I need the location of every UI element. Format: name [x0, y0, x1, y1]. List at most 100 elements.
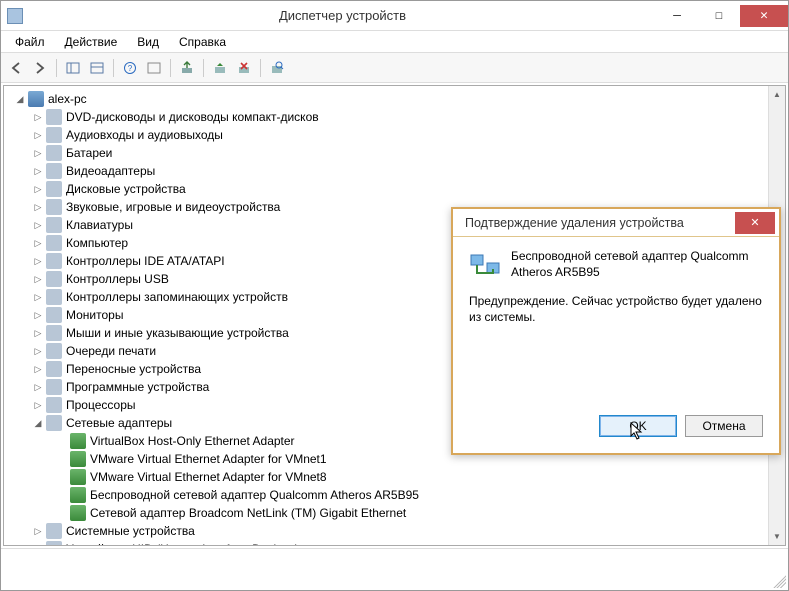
- action-button[interactable]: [143, 57, 165, 79]
- category-icon: [46, 145, 62, 161]
- tree-item-label: Аудиовходы и аудиовыходы: [66, 128, 223, 142]
- maximize-button[interactable]: ☐: [698, 5, 740, 27]
- network-adapter-icon: [70, 469, 86, 485]
- category-icon: [46, 361, 62, 377]
- category-icon: [46, 523, 62, 539]
- confirm-uninstall-dialog: Подтверждение удаления устройства ✕ Бесп…: [451, 207, 781, 455]
- menu-action[interactable]: Действие: [57, 33, 126, 50]
- expand-icon[interactable]: ▷: [32, 273, 44, 285]
- tree-item-label: Процессоры: [66, 398, 136, 412]
- expand-icon[interactable]: ▷: [32, 399, 44, 411]
- collapse-icon[interactable]: ◢: [32, 417, 44, 429]
- expand-icon[interactable]: ▷: [32, 147, 44, 159]
- window-buttons: — ☐ ✕: [656, 5, 788, 27]
- category-icon: [46, 343, 62, 359]
- tree-device[interactable]: VMware Virtual Ethernet Adapter for VMne…: [10, 468, 761, 486]
- tree-category[interactable]: ▷ Батареи: [10, 144, 761, 162]
- device-manager-window: Диспетчер устройств — ☐ ✕ Файл Действие …: [0, 0, 789, 591]
- expand-icon[interactable]: ▷: [32, 291, 44, 303]
- expand-icon[interactable]: ▷: [32, 165, 44, 177]
- tree-category[interactable]: ▷ Системные устройства: [10, 522, 761, 540]
- cancel-button[interactable]: Отмена: [685, 415, 763, 437]
- tree-item-label: Контроллеры IDE ATA/ATAPI: [66, 254, 225, 268]
- window-title: Диспетчер устройств: [29, 8, 656, 23]
- svg-text:?: ?: [128, 64, 133, 73]
- back-button[interactable]: [5, 57, 27, 79]
- tree-item-label: Видеоадаптеры: [66, 164, 155, 178]
- network-adapter-icon: [70, 451, 86, 467]
- tree-category[interactable]: ▷ DVD-дисководы и дисководы компакт-диск…: [10, 108, 761, 126]
- update-driver-button[interactable]: [176, 57, 198, 79]
- expand-icon[interactable]: ▷: [32, 525, 44, 537]
- spacer: [56, 435, 68, 447]
- tree-item-label: DVD-дисководы и дисководы компакт-дисков: [66, 110, 319, 124]
- spacer: [56, 453, 68, 465]
- tree-root[interactable]: ◢ alex-pc: [10, 90, 761, 108]
- category-icon: [46, 127, 62, 143]
- category-icon: [46, 307, 62, 323]
- help-button[interactable]: ?: [119, 57, 141, 79]
- category-icon: [46, 325, 62, 341]
- tree-category[interactable]: ▷ Аудиовходы и аудиовыходы: [10, 126, 761, 144]
- expand-icon[interactable]: ▷: [32, 183, 44, 195]
- tree-item-label: VMware Virtual Ethernet Adapter for VMne…: [90, 470, 327, 484]
- tree-device[interactable]: Беспроводной сетевой адаптер Qualcomm At…: [10, 486, 761, 504]
- tree-item-label: Программные устройства: [66, 380, 209, 394]
- dialog-titlebar[interactable]: Подтверждение удаления устройства ✕: [453, 209, 779, 237]
- computer-icon: [28, 91, 44, 107]
- tree-category[interactable]: ▷ Устройства HID (Human Interface Device…: [10, 540, 761, 545]
- category-icon: [46, 415, 62, 431]
- titlebar[interactable]: Диспетчер устройств — ☐ ✕: [1, 1, 788, 31]
- category-icon: [46, 397, 62, 413]
- expand-icon[interactable]: ▷: [32, 237, 44, 249]
- tree-item-label: Батареи: [66, 146, 112, 160]
- expand-icon[interactable]: ▷: [32, 381, 44, 393]
- category-icon: [46, 181, 62, 197]
- close-button[interactable]: ✕: [740, 5, 788, 27]
- menu-file[interactable]: Файл: [7, 33, 53, 50]
- tree-category[interactable]: ▷ Видеоадаптеры: [10, 162, 761, 180]
- minimize-button[interactable]: —: [656, 5, 698, 27]
- tree-item-label: Системные устройства: [66, 524, 195, 538]
- network-adapter-icon: [70, 433, 86, 449]
- expand-icon[interactable]: ▷: [32, 543, 44, 545]
- scroll-up-button[interactable]: ▲: [769, 86, 785, 103]
- scroll-down-button[interactable]: ▼: [769, 528, 785, 545]
- tree-device[interactable]: Сетевой адаптер Broadcom NetLink (TM) Gi…: [10, 504, 761, 522]
- toolbar-separator: [260, 59, 261, 77]
- tree-category[interactable]: ▷ Дисковые устройства: [10, 180, 761, 198]
- tree-item-label: Контроллеры USB: [66, 272, 169, 286]
- expand-icon[interactable]: ▷: [32, 111, 44, 123]
- spacer: [56, 471, 68, 483]
- tree-item-label: Дисковые устройства: [66, 182, 186, 196]
- tree-item-label: Устройства HID (Human Interface Devices): [66, 542, 299, 545]
- ok-button[interactable]: OK: [599, 415, 677, 437]
- properties-button[interactable]: [86, 57, 108, 79]
- tree-root-label: alex-pc: [48, 92, 87, 106]
- toolbar-separator: [170, 59, 171, 77]
- expand-icon[interactable]: ▷: [32, 345, 44, 357]
- expand-icon[interactable]: ▷: [32, 309, 44, 321]
- dialog-close-button[interactable]: ✕: [735, 212, 775, 234]
- tree-item-label: Мониторы: [66, 308, 123, 322]
- resize-grip[interactable]: [770, 572, 786, 588]
- uninstall-device-button[interactable]: [233, 57, 255, 79]
- dialog-body: Беспроводной сетевой адаптер Qualcomm At…: [453, 237, 779, 453]
- menubar: Файл Действие Вид Справка: [1, 31, 788, 53]
- scan-hardware-button[interactable]: [266, 57, 288, 79]
- show-hide-console-button[interactable]: [62, 57, 84, 79]
- expand-icon[interactable]: ▷: [32, 129, 44, 141]
- enable-device-button[interactable]: [209, 57, 231, 79]
- menu-help[interactable]: Справка: [171, 33, 234, 50]
- expand-icon[interactable]: ▷: [32, 255, 44, 267]
- category-icon: [46, 109, 62, 125]
- menu-view[interactable]: Вид: [129, 33, 167, 50]
- expand-icon[interactable]: ▷: [32, 201, 44, 213]
- forward-button[interactable]: [29, 57, 51, 79]
- dialog-device-name: Беспроводной сетевой адаптер Qualcomm At…: [511, 249, 763, 281]
- collapse-icon[interactable]: ◢: [14, 93, 26, 105]
- expand-icon[interactable]: ▷: [32, 363, 44, 375]
- tree-item-label: VMware Virtual Ethernet Adapter for VMne…: [90, 452, 327, 466]
- expand-icon[interactable]: ▷: [32, 219, 44, 231]
- expand-icon[interactable]: ▷: [32, 327, 44, 339]
